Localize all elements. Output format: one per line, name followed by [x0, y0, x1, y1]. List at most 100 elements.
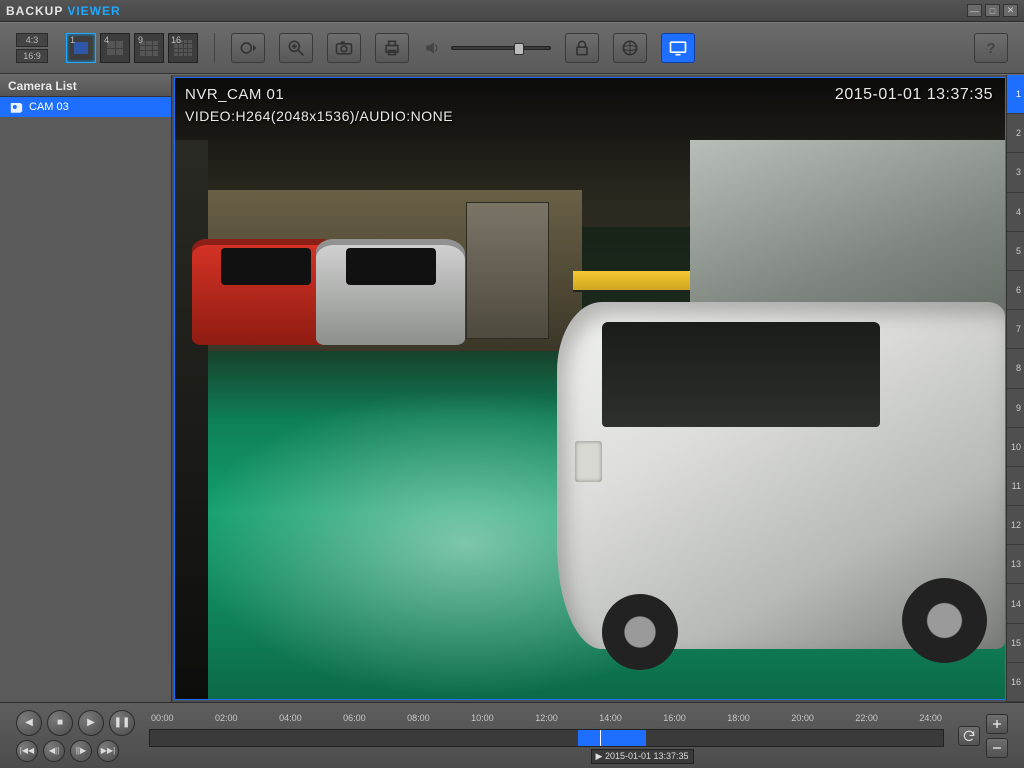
timeline-tick: 18:00 — [727, 713, 750, 727]
channel-13[interactable]: 13 — [1007, 545, 1024, 584]
volume-thumb[interactable] — [514, 43, 524, 55]
timeline-reset-button[interactable] — [958, 726, 980, 746]
channel-7[interactable]: 7 — [1007, 310, 1024, 349]
close-button[interactable]: ✕ — [1003, 4, 1018, 17]
layout-9-button[interactable]: 9 — [134, 33, 164, 63]
skip-back-button[interactable]: |◀◀ — [16, 740, 38, 762]
timeline-tick: 06:00 — [343, 713, 366, 727]
maximize-button[interactable]: □ — [985, 4, 1000, 17]
layout-1-button[interactable]: 1 — [66, 33, 96, 63]
lock-icon — [572, 38, 592, 58]
title-bar: BACKUP VIEWER — □ ✕ — [0, 0, 1024, 22]
playback-cluster: ◀ ■ ▶ ❚❚ |◀◀ ◀|| ||▶ ▶▶| — [16, 710, 135, 762]
timeline-tick: 14:00 — [599, 713, 622, 727]
zoom-button[interactable] — [279, 33, 313, 63]
aspect-ratio-group: 4:3 16:9 — [16, 33, 48, 63]
fisheye-button[interactable] — [613, 33, 647, 63]
globe-icon — [620, 38, 640, 58]
timeline-tick: 08:00 — [407, 713, 430, 727]
timeline-recorded-segment — [578, 730, 645, 746]
osd-toggle-button[interactable] — [231, 33, 265, 63]
timeline-tick: 22:00 — [855, 713, 878, 727]
minimize-button[interactable]: — — [967, 4, 982, 17]
dewarp-button[interactable] — [565, 33, 599, 63]
channel-6[interactable]: 6 — [1007, 271, 1024, 310]
channel-4[interactable]: 4 — [1007, 193, 1024, 232]
channel-1[interactable]: 1 — [1007, 75, 1024, 114]
step-back-button[interactable]: ◀|| — [43, 740, 65, 762]
channel-9[interactable]: 9 — [1007, 389, 1024, 428]
timeline-track[interactable] — [149, 729, 944, 747]
camera-list-header: Camera List — [0, 75, 171, 97]
video-area: NVR_CAM 01 VIDEO:H264(2048x1536)/AUDIO:N… — [172, 75, 1024, 702]
video-scene — [175, 78, 1005, 699]
overlay-codec-info: VIDEO:H264(2048x1536)/AUDIO:NONE — [185, 108, 453, 124]
timeline-cursor-label: ▶ 2015-01-01 13:37:35 — [591, 749, 694, 764]
channel-8[interactable]: 8 — [1007, 349, 1024, 388]
help-button[interactable]: ? — [974, 33, 1008, 63]
channel-5[interactable]: 5 — [1007, 232, 1024, 271]
overlay-camera-name: NVR_CAM 01 — [185, 86, 284, 103]
timeline-tick: 00:00 — [151, 713, 174, 727]
timeline-tick: 20:00 — [791, 713, 814, 727]
channel-12[interactable]: 12 — [1007, 506, 1024, 545]
printer-icon — [382, 38, 402, 58]
layout-4-button[interactable]: 4 — [100, 33, 130, 63]
timeline-zoom-cluster — [958, 714, 1008, 758]
playback-bar: ◀ ■ ▶ ❚❚ |◀◀ ◀|| ||▶ ▶▶| 00:00 02:00 04:00… — [0, 702, 1024, 768]
minus-icon — [991, 742, 1003, 754]
circle-icon — [238, 38, 258, 58]
video-frame[interactable]: NVR_CAM 01 VIDEO:H264(2048x1536)/AUDIO:N… — [174, 77, 1006, 700]
svg-text:?: ? — [986, 40, 995, 57]
layout-16-button[interactable]: 16 — [168, 33, 198, 63]
timeline-tick: 12:00 — [535, 713, 558, 727]
step-forward-button[interactable]: ||▶ — [70, 740, 92, 762]
magnifier-plus-icon — [286, 38, 306, 58]
timeline-zoom-in-button[interactable] — [986, 714, 1008, 734]
plus-icon — [991, 718, 1003, 730]
timeline-zoom-out-button[interactable] — [986, 738, 1008, 758]
channel-16[interactable]: 16 — [1007, 663, 1024, 702]
channel-14[interactable]: 14 — [1007, 584, 1024, 623]
timeline[interactable]: 00:00 02:00 04:00 06:00 08:00 10:00 12:00 14:00… — [149, 713, 944, 759]
layout-group: 1 4 9 16 — [66, 33, 198, 63]
volume-slider[interactable] — [451, 46, 551, 50]
play-button[interactable]: ▶ — [78, 710, 104, 736]
screen-ratio-button[interactable] — [661, 33, 695, 63]
app-title-2: VIEWER — [67, 4, 120, 18]
timeline-tick: 24:00 — [919, 713, 942, 727]
stop-button[interactable]: ■ — [47, 710, 73, 736]
camera-item-icon — [10, 101, 23, 113]
timeline-tick: 02:00 — [215, 713, 238, 727]
channel-3[interactable]: 3 — [1007, 153, 1024, 192]
snapshot-button[interactable] — [327, 33, 361, 63]
channel-11[interactable]: 11 — [1007, 467, 1024, 506]
timeline-tick: 04:00 — [279, 713, 302, 727]
camera-list-item[interactable]: CAM 03 — [0, 97, 171, 117]
separator — [214, 33, 215, 63]
app-title-1: BACKUP — [6, 4, 63, 18]
camera-list-panel: Camera List CAM 03 — [0, 75, 172, 702]
overlay-timestamp: 2015-01-01 13:37:35 — [835, 86, 993, 104]
timeline-tick: 10:00 — [471, 713, 494, 727]
channel-10[interactable]: 10 — [1007, 428, 1024, 467]
print-button[interactable] — [375, 33, 409, 63]
reverse-play-button[interactable]: ◀ — [16, 710, 42, 736]
channel-strip: 12345678910111213141516 — [1006, 75, 1024, 702]
volume-control — [423, 38, 551, 58]
main-toolbar: 4:3 16:9 1 4 9 16 — [0, 22, 1024, 74]
pause-button[interactable]: ❚❚ — [109, 710, 135, 736]
aspect-16-9-button[interactable]: 16:9 — [16, 49, 48, 63]
aspect-4-3-button[interactable]: 4:3 — [16, 33, 48, 47]
question-icon: ? — [981, 38, 1001, 58]
return-icon — [962, 729, 976, 743]
timeline-cursor[interactable] — [600, 730, 601, 746]
monitor-icon — [668, 38, 688, 58]
channel-2[interactable]: 2 — [1007, 114, 1024, 153]
camera-icon — [334, 38, 354, 58]
timeline-labels: 00:00 02:00 04:00 06:00 08:00 10:00 12:00 14:00… — [149, 713, 944, 727]
skip-forward-button[interactable]: ▶▶| — [97, 740, 119, 762]
camera-item-label: CAM 03 — [29, 101, 69, 113]
channel-15[interactable]: 15 — [1007, 624, 1024, 663]
timeline-tick: 16:00 — [663, 713, 686, 727]
